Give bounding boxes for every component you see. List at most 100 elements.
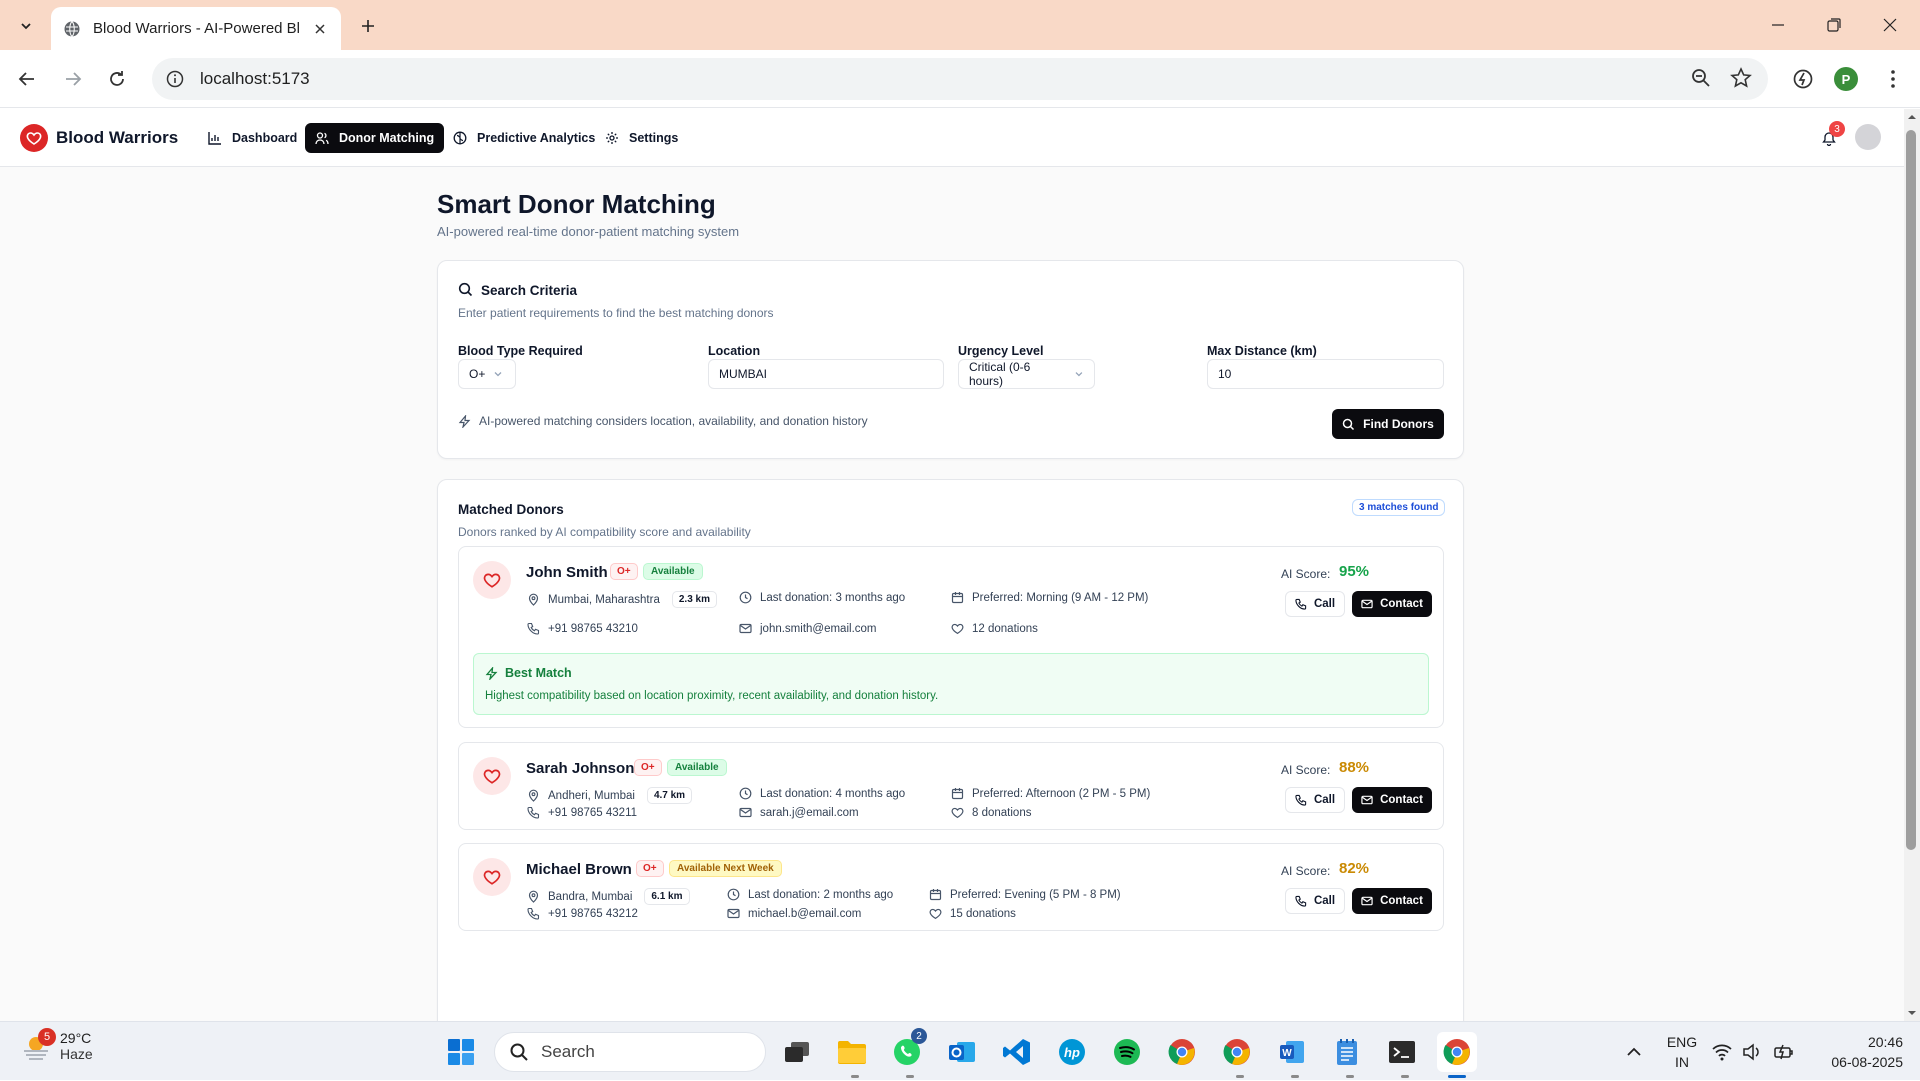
spotify-icon <box>1114 1039 1140 1065</box>
taskbar-clock[interactable]: 20:46 06-08-2025 <box>1815 1032 1903 1072</box>
chrome-active-app[interactable] <box>1437 1032 1477 1072</box>
address-bar[interactable]: localhost:5173 <box>152 58 1768 100</box>
blood-type-value: O+ <box>469 367 486 381</box>
mail-icon <box>1361 599 1373 609</box>
tab-close-icon[interactable] <box>311 20 329 38</box>
input-language-indicator[interactable]: ENG IN <box>1666 1032 1698 1072</box>
running-indicator <box>851 1075 859 1078</box>
scrollbar-thumb[interactable] <box>1906 130 1916 850</box>
blood-type-badge: O+ <box>636 860 664 877</box>
spotify-app[interactable] <box>1107 1032 1147 1072</box>
browser-tabstrip: Blood Warriors - AI-Powered Bl <box>0 0 1920 50</box>
donor-email: sarah.j@email.com <box>739 806 859 819</box>
phone-icon <box>1295 598 1307 610</box>
location-input[interactable]: MUMBAI <box>708 359 944 389</box>
hp-app[interactable]: hp <box>1052 1032 1092 1072</box>
donor-heart-icon <box>473 757 511 795</box>
donor-card-sarah-johnson[interactable]: Sarah Johnson O+ Available Andheri, Mumb… <box>458 742 1444 830</box>
taskbar-search[interactable]: Search <box>494 1032 766 1072</box>
donor-location: Andheri, Mumbai 4.7 km <box>527 787 693 804</box>
urgency-value: Critical (0-6 hours) <box>969 360 1031 388</box>
browser-tab-active[interactable]: Blood Warriors - AI-Powered Bl <box>51 7 341 50</box>
extensions-button[interactable] <box>1786 62 1820 96</box>
file-explorer-app[interactable] <box>832 1032 872 1072</box>
donor-email: john.smith@email.com <box>739 622 877 635</box>
forward-button[interactable] <box>56 62 90 96</box>
urgency-select[interactable]: Critical (0-6 hours) <box>958 359 1095 389</box>
search-icon <box>458 282 473 297</box>
close-window-button[interactable] <box>1862 0 1918 50</box>
battery-charging-icon <box>1774 1044 1793 1059</box>
matched-donors-card: Matched Donors Donors ranked by AI compa… <box>437 479 1464 1021</box>
nav-dashboard[interactable]: Dashboard <box>198 123 307 153</box>
windows-logo-icon <box>448 1039 474 1065</box>
phone-icon <box>1295 794 1307 806</box>
max-distance-input[interactable]: 10 <box>1207 359 1444 389</box>
donor-name: John Smith <box>526 564 608 581</box>
tab-search-button[interactable] <box>10 10 42 42</box>
ai-score-value: 88% <box>1339 759 1370 776</box>
system-tray-icons[interactable] <box>1712 1022 1794 1081</box>
contact-button[interactable]: Contact <box>1352 591 1432 617</box>
nav-donor-matching[interactable]: Donor Matching <box>305 123 445 153</box>
bookmark-star-icon[interactable] <box>1730 67 1752 89</box>
calendar-icon <box>951 592 964 604</box>
chevron-down-icon <box>21 23 31 30</box>
notepad-app[interactable] <box>1327 1032 1367 1072</box>
email-text: john.smith@email.com <box>760 622 877 635</box>
matched-donors-title: Matched Donors <box>458 502 564 517</box>
best-match-title-text: Best Match <box>505 666 572 680</box>
browser-menu-button[interactable] <box>1876 62 1910 96</box>
weather-widget[interactable]: 29°C Haze <box>20 1030 93 1062</box>
ai-score-label: AI Score: <box>1281 864 1331 878</box>
last-donation-text: Last donation: 3 months ago <box>760 591 906 604</box>
zoom-icon[interactable] <box>1690 67 1712 89</box>
donor-phone: +91 98765 43211 <box>527 806 637 819</box>
tray-overflow-button[interactable] <box>1614 1032 1654 1072</box>
call-button[interactable]: Call <box>1285 888 1345 914</box>
chrome-profile-app[interactable] <box>1217 1032 1257 1072</box>
find-donors-button[interactable]: Find Donors <box>1332 409 1444 439</box>
best-match-text: Highest compatibility based on location … <box>485 690 939 702</box>
mail-icon <box>739 623 752 634</box>
donor-location-text: Bandra, Mumbai <box>548 890 633 903</box>
svg-text:hp: hp <box>1064 1045 1080 1060</box>
clock-icon <box>739 591 752 604</box>
vscode-app[interactable] <box>997 1032 1037 1072</box>
terminal-app[interactable] <box>1382 1032 1422 1072</box>
restore-button[interactable] <box>1806 0 1862 50</box>
nav-predictive-analytics[interactable]: Predictive Analytics <box>443 123 605 153</box>
donor-preferred-time: Preferred: Morning (9 AM - 12 PM) <box>951 591 1148 604</box>
new-tab-button[interactable] <box>352 10 384 42</box>
call-button[interactable]: Call <box>1285 591 1345 617</box>
phone-icon <box>527 622 540 635</box>
contact-button[interactable]: Contact <box>1352 888 1432 914</box>
outlook-app[interactable] <box>942 1032 982 1072</box>
chrome-app[interactable] <box>1162 1032 1202 1072</box>
brand[interactable]: Blood Warriors <box>20 124 178 152</box>
back-button[interactable] <box>10 62 44 96</box>
start-button[interactable] <box>441 1032 481 1072</box>
reload-button[interactable] <box>100 62 134 96</box>
distance-badge: 6.1 km <box>644 888 690 905</box>
profile-button[interactable]: P <box>1829 62 1863 96</box>
task-view-app[interactable] <box>777 1032 817 1072</box>
donor-card-michael-brown[interactable]: Michael Brown O+ Available Next Week Ban… <box>458 843 1444 931</box>
blood-type-select[interactable]: O+ <box>458 359 516 389</box>
blood-type-label: Blood Type Required <box>458 344 583 358</box>
contact-button[interactable]: Contact <box>1352 787 1432 813</box>
nav-dashboard-label: Dashboard <box>232 131 298 145</box>
blood-type-badge: O+ <box>610 563 638 580</box>
running-indicator <box>1291 1075 1299 1078</box>
minimize-button[interactable] <box>1750 0 1806 50</box>
user-avatar[interactable] <box>1855 124 1881 150</box>
call-button[interactable]: Call <box>1285 787 1345 813</box>
terminal-icon <box>1389 1041 1415 1063</box>
call-label: Call <box>1313 895 1336 907</box>
donor-card-john-smith[interactable]: John Smith O+ Available Mumbai, Maharash… <box>458 546 1444 728</box>
nav-settings[interactable]: Settings <box>595 123 688 153</box>
word-app[interactable]: W <box>1272 1032 1312 1072</box>
scroll-up-icon <box>1908 115 1916 119</box>
heart-logo-icon <box>20 124 48 152</box>
donor-donations: 8 donations <box>951 806 1031 819</box>
